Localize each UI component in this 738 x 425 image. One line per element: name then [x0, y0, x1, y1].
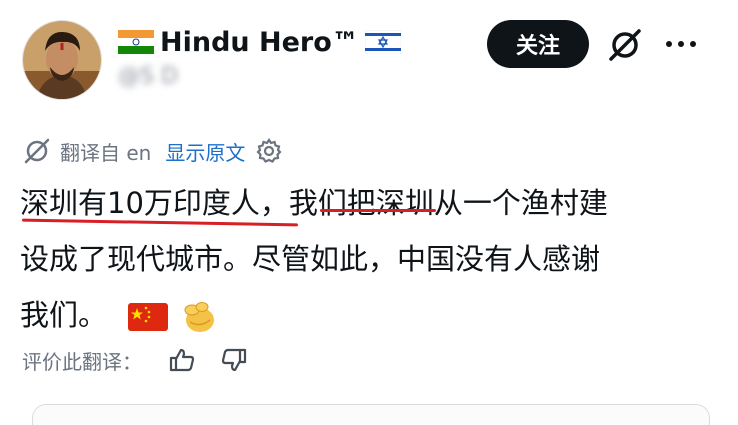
translated-from-label: 翻译自 en [60, 140, 152, 165]
avatar-image [23, 21, 101, 99]
post-text-line-2: 设成了现代城市。尽管如此，中国没有人感谢 [20, 242, 601, 276]
china-flag-icon [128, 303, 169, 331]
translation-bar: 翻译自 en 显示原文 [22, 134, 283, 168]
author-name-row[interactable]: Hindu Hero™ [118, 26, 401, 58]
thumbs-up-icon[interactable] [168, 346, 196, 374]
post-text-line-3: 我们。 [20, 298, 108, 332]
rate-translation-label: 评价此翻译： [22, 349, 142, 374]
author-handle[interactable]: @S D [118, 64, 178, 89]
red-underline-2 [320, 209, 436, 212]
author-display-name[interactable]: Hindu Hero™ [160, 27, 359, 58]
post-text-line: 设成了现代城市。尽管如此，中国没有人感谢 [20, 231, 720, 287]
follow-button[interactable]: 关注 [487, 20, 589, 68]
author-avatar[interactable] [22, 20, 102, 100]
grok-icon[interactable] [606, 26, 644, 64]
post-text-line: 我们。 [20, 287, 720, 343]
israel-flag-icon [364, 30, 401, 54]
post-text-line: 深圳有10万印度人，我们把深圳从一个渔村建 [20, 175, 720, 231]
india-flag-icon [118, 30, 154, 54]
post-text: 深圳有10万印度人，我们把深圳从一个渔村建 设成了现代城市。尽管如此，中国没有人… [20, 175, 720, 343]
more-options-icon[interactable] [664, 38, 698, 50]
next-card-edge [32, 404, 710, 425]
rate-translation-bar: 评价此翻译： [22, 344, 248, 376]
show-original-link[interactable]: 显示原文 [165, 137, 245, 166]
thumbs-down-icon[interactable] [220, 346, 248, 374]
post-text-line-1: 深圳有10万印度人，我们把深圳从一个渔村建 [20, 186, 608, 220]
gear-icon[interactable] [255, 137, 283, 165]
emoji-group [128, 298, 218, 336]
pinching-hand-icon [184, 302, 215, 332]
grok-translate-icon [24, 138, 50, 164]
